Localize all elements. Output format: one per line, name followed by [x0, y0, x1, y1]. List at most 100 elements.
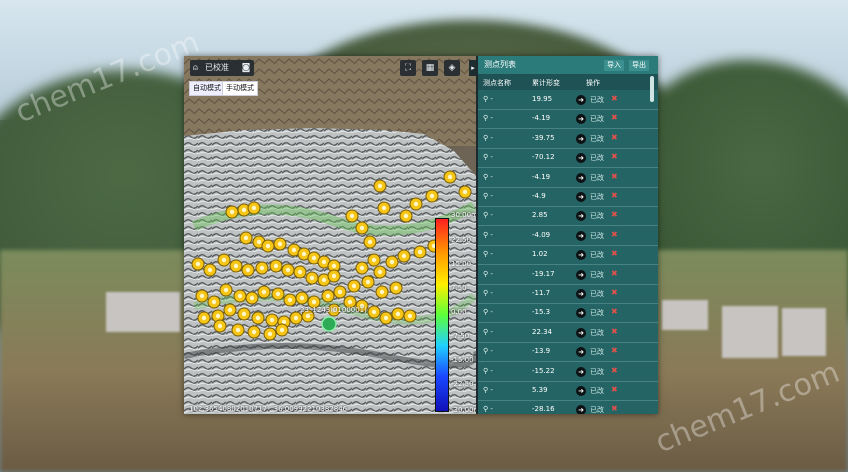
collapse-arrow-icon[interactable]: ▸ [469, 60, 476, 76]
delete-icon[interactable]: ✖ [611, 230, 618, 239]
list-item[interactable]: ⚲ - -4.9 ➜ 已改 ✖ [478, 187, 658, 207]
delete-icon[interactable]: ✖ [611, 113, 618, 122]
locate-arrow-icon[interactable]: ➜ [576, 269, 586, 280]
list-item[interactable]: ⚲ - -15.3 ➜ 已改 ✖ [478, 303, 658, 324]
point-icon: ⚲ [483, 230, 489, 239]
list-scrollbar[interactable] [650, 76, 654, 102]
list-header: 测点列表 导入 导出 [478, 56, 658, 74]
delete-icon[interactable]: ✖ [611, 249, 618, 258]
selected-marker[interactable] [321, 316, 337, 332]
delete-icon[interactable]: ✖ [611, 288, 618, 297]
edit-button[interactable]: 已改 [590, 270, 604, 280]
auto-mode-button[interactable]: 自动模式 [189, 81, 225, 96]
edit-button[interactable]: 已改 [590, 192, 604, 202]
marker-center [371, 257, 377, 263]
locate-arrow-icon[interactable]: ➜ [576, 114, 586, 125]
edit-button[interactable]: 已改 [590, 308, 604, 318]
delete-icon[interactable]: ✖ [611, 210, 618, 219]
locate-arrow-icon[interactable]: ➜ [576, 192, 586, 202]
list-item[interactable]: ⚲ - 19.95 ➜ 已改 ✖ [478, 90, 658, 110]
edit-button[interactable]: 已改 [590, 328, 604, 338]
list-item[interactable]: ⚲ - -4.09 ➜ 已改 ✖ [478, 226, 658, 246]
edit-button[interactable]: 已改 [590, 405, 604, 414]
camera-icon[interactable]: ◙ [238, 60, 254, 76]
edit-button[interactable]: 已改 [590, 173, 604, 183]
list-item[interactable]: ⚲ - -15.22 ➜ 已改 ✖ [478, 362, 658, 382]
delete-icon[interactable]: ✖ [611, 269, 618, 278]
list-item[interactable]: ⚲ - -11.7 ➜ 已改 ✖ [478, 284, 658, 304]
edit-button[interactable]: 已改 [590, 347, 604, 357]
delete-icon[interactable]: ✖ [611, 152, 618, 161]
delete-icon[interactable]: ✖ [611, 404, 618, 413]
locate-arrow-icon[interactable]: ➜ [576, 327, 586, 338]
locate-arrow-icon[interactable]: ➜ [576, 172, 586, 183]
locate-arrow-icon[interactable]: ➜ [576, 250, 586, 261]
deformation-value: -70.12 [532, 153, 555, 162]
terrain-map[interactable]: ⍝ 已校准 ◙ ⛶ ▦ ◈ ▸ 自动模式 手动模式 23_1243(010000… [184, 56, 476, 414]
marker-center [321, 277, 327, 283]
delete-icon[interactable]: ✖ [611, 191, 618, 200]
delete-icon[interactable]: ✖ [611, 172, 618, 181]
export-button[interactable]: 导出 [629, 60, 649, 71]
delete-icon[interactable]: ✖ [611, 327, 618, 336]
delete-icon[interactable]: ✖ [611, 94, 618, 103]
list-item[interactable]: ⚲ - 2.85 ➜ 已改 ✖ [478, 206, 658, 227]
marker-center [359, 265, 365, 271]
edit-button[interactable]: 已改 [590, 211, 604, 221]
marker-center [275, 291, 281, 297]
locate-arrow-icon[interactable]: ➜ [576, 153, 586, 164]
list-item[interactable]: ⚲ - -39.75 ➜ 已改 ✖ [478, 129, 658, 149]
deformation-value: -15.3 [532, 308, 551, 317]
edit-button[interactable]: 已改 [590, 114, 604, 124]
locate-arrow-icon[interactable]: ➜ [576, 405, 586, 414]
marker-center [381, 205, 387, 211]
locate-arrow-icon[interactable]: ➜ [576, 386, 586, 396]
delete-icon[interactable]: ✖ [611, 307, 618, 316]
list-item[interactable]: ⚲ - 1.02 ➜ 已改 ✖ [478, 245, 658, 266]
calibration-status[interactable]: ⍝ 已校准 [190, 60, 242, 76]
marker-center [235, 327, 241, 333]
delete-icon[interactable]: ✖ [611, 385, 618, 394]
deformation-value: -13.9 [532, 347, 551, 356]
edit-button[interactable]: 已改 [590, 250, 604, 260]
delete-icon[interactable]: ✖ [611, 346, 618, 355]
locate-arrow-icon[interactable]: ➜ [576, 366, 586, 377]
list-item[interactable]: ⚲ - -4.19 ➜ 已改 ✖ [478, 168, 658, 188]
list-item[interactable]: ⚲ - -28.16 ➜ 已改 ✖ [478, 400, 658, 414]
marker-center [201, 315, 207, 321]
locate-arrow-icon[interactable]: ➜ [576, 211, 586, 222]
marker-center [305, 313, 311, 319]
marker-center [285, 267, 291, 273]
locate-arrow-icon[interactable]: ➜ [576, 230, 586, 241]
list-item[interactable]: ⚲ - -70.12 ➜ 已改 ✖ [478, 148, 658, 169]
point-icon: ⚲ [483, 95, 489, 103]
list-item[interactable]: ⚲ - 5.39 ➜ 已改 ✖ [478, 381, 658, 401]
list-item[interactable]: ⚲ - -4.19 ➜ 已改 ✖ [478, 109, 658, 130]
edit-button[interactable]: 已改 [590, 134, 604, 144]
locate-arrow-icon[interactable]: ➜ [576, 95, 586, 105]
list-item[interactable]: ⚲ - 22.34 ➜ 已改 ✖ [478, 323, 658, 343]
point-icon: ⚲ [483, 366, 489, 375]
manual-mode-button[interactable]: 手动模式 [222, 81, 258, 96]
delete-icon[interactable]: ✖ [611, 366, 618, 375]
locate-arrow-icon[interactable]: ➜ [576, 347, 586, 358]
locate-arrow-icon[interactable]: ➜ [576, 308, 586, 319]
edit-button[interactable]: 已改 [590, 386, 604, 396]
list-item[interactable]: ⚲ - -13.9 ➜ 已改 ✖ [478, 342, 658, 363]
legend-tick: 15.00 [451, 260, 472, 268]
fullscreen-icon[interactable]: ⛶ [400, 60, 416, 76]
point-name: ⚲ - [483, 153, 493, 162]
locate-arrow-icon[interactable]: ➜ [576, 133, 586, 144]
list-item[interactable]: ⚲ - -19.17 ➜ 已改 ✖ [478, 265, 658, 285]
edit-button[interactable]: 已改 [590, 153, 604, 163]
locate-arrow-icon[interactable]: ➜ [576, 289, 586, 299]
split-view-icon[interactable]: ▦ [422, 60, 438, 76]
layers-icon[interactable]: ◈ [444, 60, 460, 76]
edit-button[interactable]: 已改 [590, 367, 604, 377]
edit-button[interactable]: 已改 [590, 95, 604, 105]
edit-button[interactable]: 已改 [590, 231, 604, 241]
delete-icon[interactable]: ✖ [611, 133, 618, 142]
edit-button[interactable]: 已改 [590, 289, 604, 299]
deformation-value: 22.34 [532, 327, 553, 336]
import-button[interactable]: 导入 [604, 60, 624, 71]
